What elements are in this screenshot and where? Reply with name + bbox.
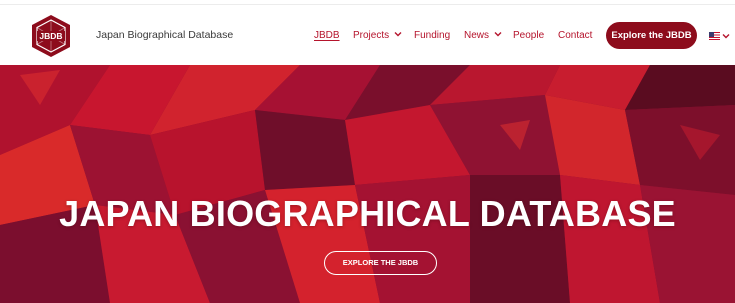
nav-item-people[interactable]: People <box>513 29 544 43</box>
site-header: JBDB Japan Biographical Database JBDB Pr… <box>0 6 735 65</box>
hero-explore-button[interactable]: EXPLORE THE JBDB <box>324 251 437 275</box>
nav-item-jbdb[interactable]: JBDB <box>314 29 340 43</box>
nav-item-label: News <box>464 30 490 41</box>
nav-item-contact[interactable]: Contact <box>558 29 592 43</box>
hero-banner: JAPAN BIOGRAPHICAL DATABASE EXPLORE THE … <box>0 65 735 303</box>
chevron-down-icon <box>394 32 402 37</box>
chevron-down-icon <box>494 32 502 37</box>
nav-item-label: Projects <box>353 30 390 41</box>
hero-title: JAPAN BIOGRAPHICAL DATABASE <box>59 193 676 234</box>
explore-jbdb-button[interactable]: Explore the JBDB <box>606 22 697 49</box>
top-strip <box>0 0 735 5</box>
nav-item-funding[interactable]: Funding <box>414 29 450 43</box>
nav-item-projects[interactable]: Projects <box>353 29 402 43</box>
us-flag-icon <box>709 32 720 40</box>
chevron-down-icon <box>722 34 730 39</box>
nav-item-news[interactable]: News <box>464 29 502 43</box>
